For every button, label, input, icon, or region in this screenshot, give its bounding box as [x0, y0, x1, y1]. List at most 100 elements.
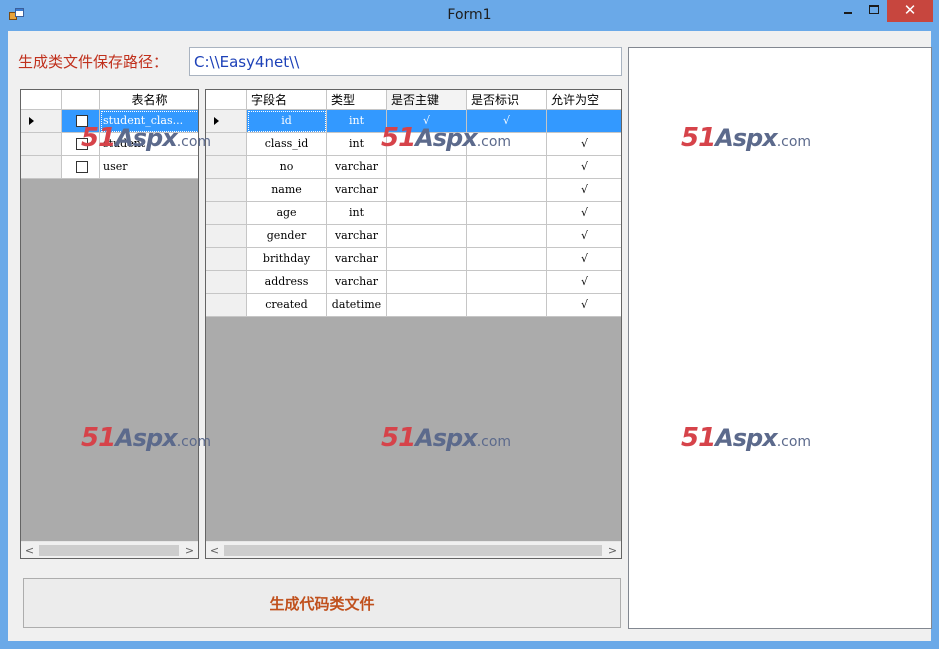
nullable-cell[interactable]: √ — [547, 225, 621, 248]
identity-cell[interactable] — [467, 225, 547, 248]
type-header[interactable]: 类型 — [327, 90, 387, 110]
primary-key-cell[interactable] — [387, 271, 467, 294]
row-header[interactable] — [206, 225, 247, 248]
field-row[interactable]: id int √ √ — [206, 110, 621, 133]
table-check-cell[interactable] — [62, 156, 100, 179]
maximize-button[interactable] — [861, 0, 887, 22]
type-cell[interactable]: varchar — [327, 225, 387, 248]
identity-cell[interactable] — [467, 271, 547, 294]
primary-key-cell[interactable] — [387, 294, 467, 317]
primary-key-cell[interactable] — [387, 179, 467, 202]
table-row[interactable]: student_clas... — [21, 110, 198, 133]
row-header[interactable] — [206, 271, 247, 294]
identity-cell[interactable] — [467, 133, 547, 156]
row-header[interactable] — [206, 294, 247, 317]
nullable-cell[interactable]: √ — [547, 156, 621, 179]
identity-cell[interactable] — [467, 156, 547, 179]
table-name-cell[interactable]: user — [100, 156, 198, 179]
row-header[interactable] — [206, 133, 247, 156]
fields-grid[interactable]: 字段名 类型 是否主键 是否标识 允许为空 id int √ √ class_id int… — [205, 89, 622, 559]
row-header[interactable] — [21, 156, 62, 179]
nullable-cell[interactable]: √ — [547, 271, 621, 294]
identity-cell[interactable] — [467, 248, 547, 271]
type-cell[interactable]: varchar — [327, 156, 387, 179]
nullable-cell[interactable]: √ — [547, 294, 621, 317]
field-row[interactable]: gender varchar √ — [206, 225, 621, 248]
identity-header[interactable]: 是否标识 — [467, 90, 547, 110]
type-cell[interactable]: datetime — [327, 294, 387, 317]
table-name-cell[interactable]: student_clas... — [100, 110, 198, 133]
tables-grid[interactable]: 表名称 student_clas... student user < > — [20, 89, 199, 559]
row-header[interactable] — [206, 110, 247, 133]
row-header[interactable] — [21, 110, 62, 133]
identity-cell[interactable]: √ — [467, 110, 547, 133]
table-check-cell[interactable] — [62, 110, 100, 133]
table-checkbox[interactable] — [76, 115, 88, 127]
field-row[interactable]: brithday varchar √ — [206, 248, 621, 271]
primary-key-cell[interactable] — [387, 156, 467, 179]
field-name-cell[interactable]: class_id — [247, 133, 327, 156]
scroll-thumb[interactable] — [224, 545, 602, 556]
scroll-right-icon[interactable]: > — [181, 542, 198, 558]
type-cell[interactable]: int — [327, 202, 387, 225]
primary-key-cell[interactable] — [387, 202, 467, 225]
nullable-cell[interactable]: √ — [547, 133, 621, 156]
field-name-cell[interactable]: brithday — [247, 248, 327, 271]
field-name-cell[interactable]: created — [247, 294, 327, 317]
type-cell[interactable]: varchar — [327, 179, 387, 202]
type-cell[interactable]: varchar — [327, 248, 387, 271]
row-header[interactable] — [206, 156, 247, 179]
primary-key-header[interactable]: 是否主键 — [387, 90, 467, 110]
nullable-header[interactable]: 允许为空 — [547, 90, 621, 110]
tables-horizontal-scrollbar[interactable]: < > — [21, 541, 198, 558]
row-header[interactable] — [206, 248, 247, 271]
table-name-cell[interactable]: student — [100, 133, 198, 156]
row-header[interactable] — [206, 179, 247, 202]
scroll-right-icon[interactable]: > — [604, 542, 621, 558]
field-name-cell[interactable]: age — [247, 202, 327, 225]
fields-horizontal-scrollbar[interactable]: < > — [206, 541, 621, 558]
field-row[interactable]: age int √ — [206, 202, 621, 225]
identity-cell[interactable] — [467, 294, 547, 317]
row-header[interactable] — [21, 133, 62, 156]
title-bar[interactable]: Form1 ✕ — [0, 0, 939, 31]
row-header[interactable] — [206, 202, 247, 225]
field-row[interactable]: no varchar √ — [206, 156, 621, 179]
nullable-cell[interactable]: √ — [547, 179, 621, 202]
field-name-cell[interactable]: gender — [247, 225, 327, 248]
table-name-header[interactable]: 表名称 — [100, 90, 198, 110]
table-checkbox[interactable] — [76, 161, 88, 173]
field-row[interactable]: class_id int √ — [206, 133, 621, 156]
table-check-cell[interactable] — [62, 133, 100, 156]
path-input[interactable] — [189, 47, 622, 76]
primary-key-cell[interactable] — [387, 133, 467, 156]
close-button[interactable]: ✕ — [887, 0, 933, 22]
field-row[interactable]: address varchar √ — [206, 271, 621, 294]
field-name-cell[interactable]: name — [247, 179, 327, 202]
field-name-cell[interactable]: address — [247, 271, 327, 294]
primary-key-cell[interactable] — [387, 225, 467, 248]
field-name-cell[interactable]: id — [247, 110, 327, 133]
code-preview-panel[interactable] — [628, 47, 932, 629]
generate-code-button[interactable]: 生成代码类文件 — [23, 578, 621, 628]
identity-cell[interactable] — [467, 179, 547, 202]
scroll-left-icon[interactable]: < — [206, 542, 223, 558]
nullable-cell[interactable]: √ — [547, 202, 621, 225]
field-row[interactable]: name varchar √ — [206, 179, 621, 202]
type-cell[interactable]: int — [327, 133, 387, 156]
table-row[interactable]: user — [21, 156, 198, 179]
nullable-cell[interactable]: √ — [547, 248, 621, 271]
scroll-left-icon[interactable]: < — [21, 542, 38, 558]
table-checkbox[interactable] — [76, 138, 88, 150]
minimize-button[interactable] — [835, 0, 861, 22]
primary-key-cell[interactable] — [387, 248, 467, 271]
table-row[interactable]: student — [21, 133, 198, 156]
type-cell[interactable]: varchar — [327, 271, 387, 294]
nullable-cell[interactable] — [547, 110, 621, 133]
field-name-cell[interactable]: no — [247, 156, 327, 179]
scroll-thumb[interactable] — [39, 545, 179, 556]
field-name-header[interactable]: 字段名 — [247, 90, 327, 110]
field-row[interactable]: created datetime √ — [206, 294, 621, 317]
type-cell[interactable]: int — [327, 110, 387, 133]
identity-cell[interactable] — [467, 202, 547, 225]
